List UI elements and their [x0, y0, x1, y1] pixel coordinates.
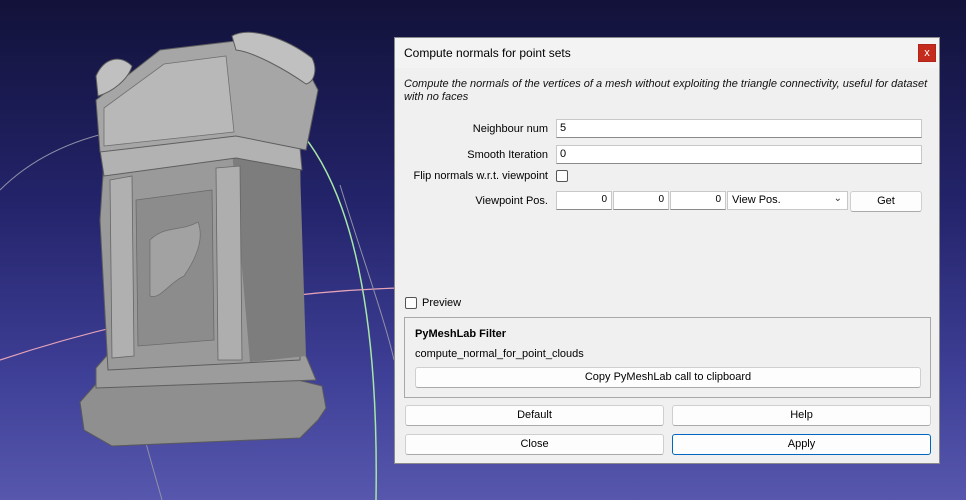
trackball-arc-gray-right [339, 184, 395, 361]
apply-button[interactable]: Apply [672, 434, 931, 455]
compute-normals-dialog: Compute normals for point sets x Compute… [394, 37, 940, 464]
viewpoint-x-input[interactable]: 0 [556, 191, 612, 210]
viewpoint-source-value: View Pos. [732, 194, 781, 206]
viewpoint-y-input[interactable]: 0 [613, 191, 669, 210]
pymeshlab-function-name: compute_normal_for_point_clouds [415, 348, 584, 360]
neighbour-num-input[interactable]: 5 [556, 119, 922, 138]
flip-normals-label: Flip normals w.r.t. viewpoint [413, 170, 549, 182]
close-button[interactable]: Close [405, 434, 664, 455]
copy-pymeshlab-call-button[interactable]: Copy PyMeshLab call to clipboard [415, 367, 921, 388]
dialog-titlebar[interactable]: Compute normals for point sets x [395, 38, 939, 68]
help-button[interactable]: Help [672, 405, 931, 426]
flip-normals-checkbox[interactable] [556, 170, 568, 182]
filter-description: Compute the normals of the vertices of a… [404, 78, 928, 103]
preview-checkbox[interactable] [405, 297, 417, 309]
pymeshlab-title: PyMeshLab Filter [415, 328, 507, 340]
dialog-title: Compute normals for point sets [404, 46, 571, 60]
viewpoint-pos-label: Viewpoint Pos. [475, 195, 548, 207]
viewpoint-z-input[interactable]: 0 [670, 191, 726, 210]
smooth-iteration-input[interactable]: 0 [556, 145, 922, 164]
pymeshlab-filter-group: PyMeshLab Filter compute_normal_for_poin… [404, 317, 931, 398]
get-viewpoint-button[interactable]: Get [850, 191, 922, 212]
chevron-down-icon: ⌄ [833, 193, 842, 204]
statue-mesh [79, 32, 327, 447]
close-icon[interactable]: x [918, 44, 936, 62]
preview-label: Preview [422, 297, 462, 309]
neighbour-num-label: Neighbour num [472, 123, 548, 135]
smooth-iteration-label: Smooth Iteration [467, 149, 548, 161]
viewpoint-source-select[interactable]: View Pos. ⌄ [727, 191, 848, 210]
default-button[interactable]: Default [405, 405, 664, 426]
